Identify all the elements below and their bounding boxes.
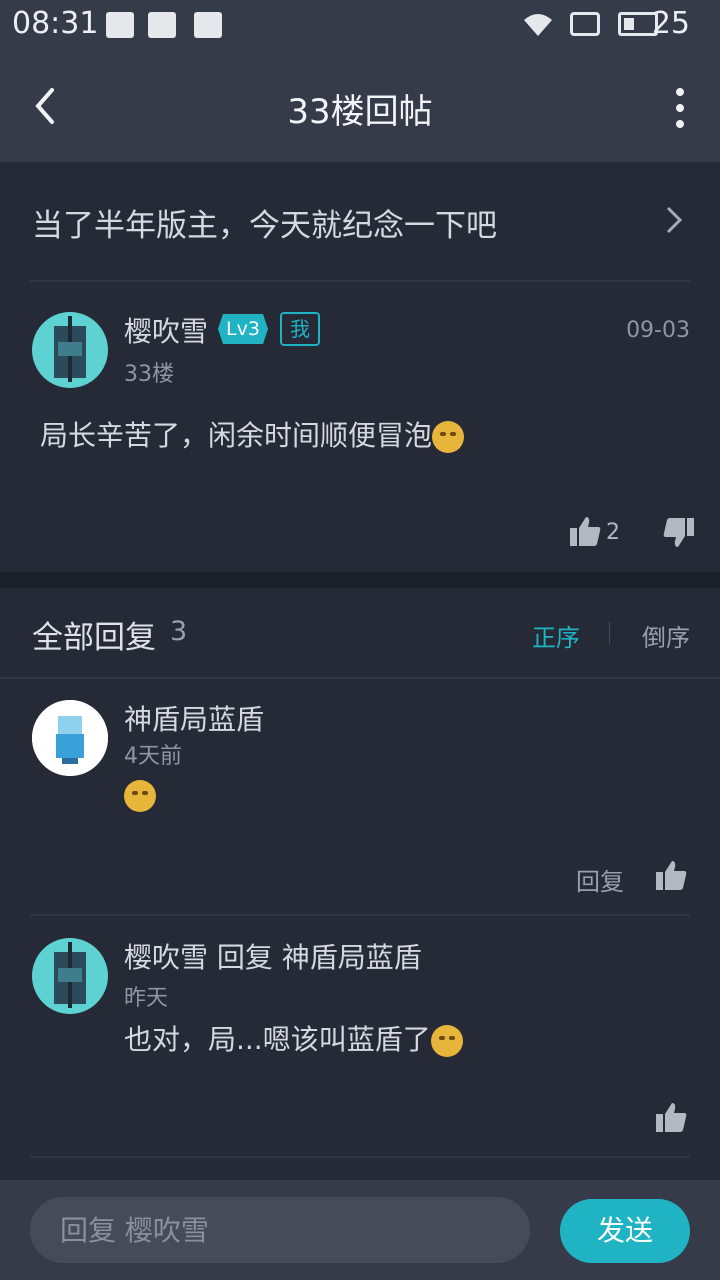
more-options-icon[interactable]: [670, 86, 690, 130]
sort-ascending-tab[interactable]: 正序: [532, 618, 580, 653]
dislike-button[interactable]: [662, 516, 696, 550]
like-count: 2: [606, 520, 620, 545]
chevron-right-icon[interactable]: [662, 204, 686, 236]
avatar[interactable]: [32, 312, 108, 388]
sort-separator: [609, 622, 610, 644]
level-badge: Lv3: [218, 314, 268, 344]
wifi-icon: [522, 12, 554, 42]
floor-label: 33楼: [124, 362, 174, 387]
like-button[interactable]: [654, 1100, 688, 1134]
signal-app-icon: [106, 12, 134, 38]
divider: [0, 677, 720, 679]
reply-author[interactable]: 樱吹雪 回复 神盾局蓝盾: [124, 936, 422, 976]
reply-content: [124, 780, 156, 812]
reply-content-text: 也对，局...嗯该叫蓝盾了: [124, 1023, 431, 1056]
like-button[interactable]: [568, 514, 602, 548]
sort-descending-tab[interactable]: 倒序: [642, 618, 690, 653]
reply-author[interactable]: 神盾局蓝盾: [124, 698, 264, 738]
section-gap: [0, 572, 720, 588]
avatar[interactable]: [32, 938, 108, 1014]
post-content: 局长辛苦了，闲余时间顺便冒泡: [40, 414, 465, 454]
reply-content: 也对，局...嗯该叫蓝盾了: [124, 1018, 463, 1058]
divider: [30, 1156, 690, 1158]
sd-card-icon: [194, 12, 222, 38]
divider: [30, 280, 690, 282]
reply-button[interactable]: 回复: [576, 862, 624, 897]
like-button[interactable]: [654, 858, 688, 892]
replies-count: 3: [170, 616, 188, 647]
replies-title: 全部回复: [32, 620, 156, 656]
post-author[interactable]: 樱吹雪: [124, 310, 208, 350]
status-time: 08:31: [12, 6, 99, 41]
grin-emoji-icon: [430, 1025, 463, 1057]
meh-emoji-icon: [124, 780, 156, 812]
avatar[interactable]: [32, 700, 108, 776]
battery-level: 25: [651, 6, 690, 41]
reply-time: 昨天: [124, 986, 169, 1011]
thread-title[interactable]: 当了半年版主，今天就纪念一下吧: [32, 200, 497, 245]
me-badge: 我: [280, 312, 320, 346]
divider: [30, 914, 690, 916]
reply-input[interactable]: [30, 1197, 530, 1263]
send-button[interactable]: 发送: [560, 1199, 690, 1263]
smile-emoji-icon: [432, 421, 465, 453]
post-date: 09-03: [626, 318, 690, 343]
page-title: 33楼回帖: [287, 92, 433, 132]
reply-time: 4天前: [124, 744, 182, 769]
post-content-text: 局长辛苦了，闲余时间顺便冒泡: [40, 419, 433, 452]
screen-icon: [570, 12, 600, 36]
image-icon: [148, 12, 176, 38]
